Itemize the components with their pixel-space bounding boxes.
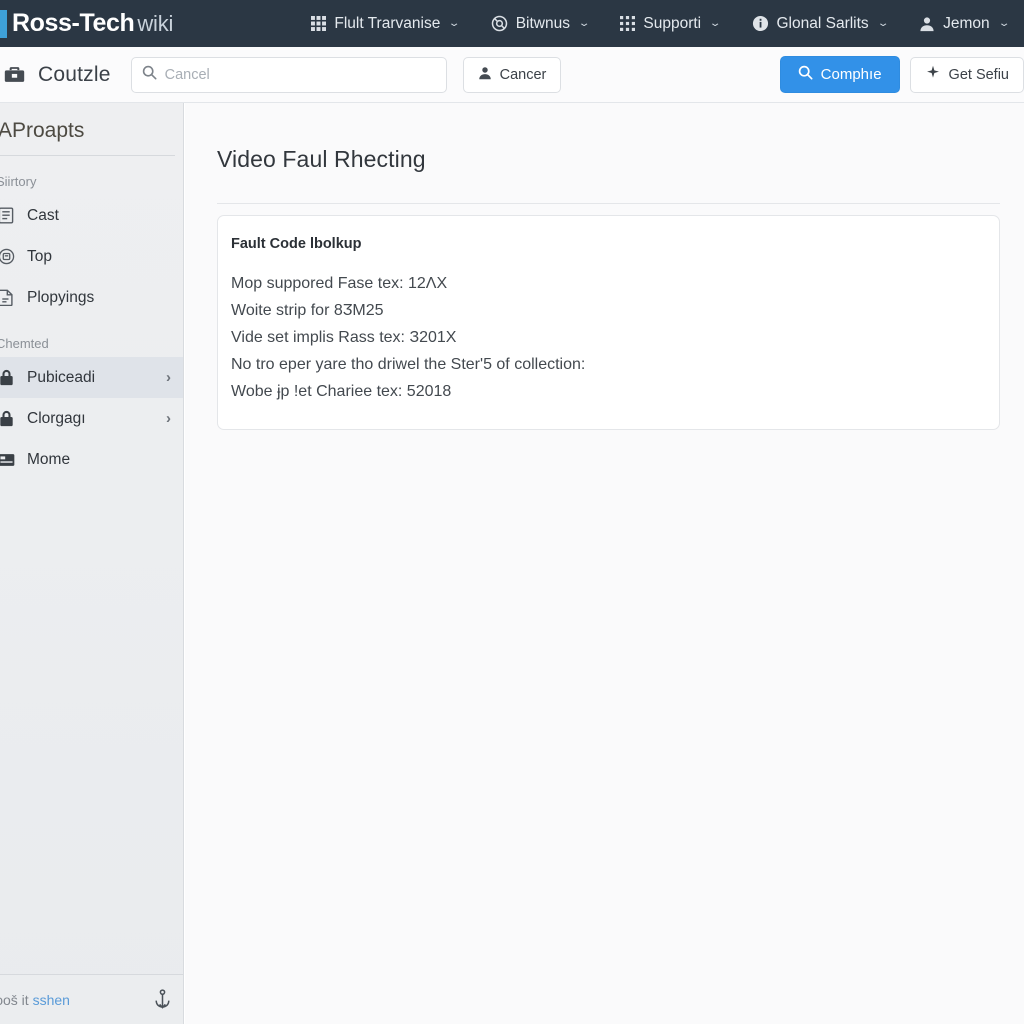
- sidebar-footer: ɔoš it sshen: [0, 974, 183, 1024]
- sidebar-item-top[interactable]: Top: [0, 236, 183, 277]
- brand-logo[interactable]: Ross-Tech wiki: [12, 9, 173, 38]
- footer-text-prefix: ɔoš it: [0, 991, 29, 1008]
- chevron-down-icon: ⌄: [448, 18, 461, 29]
- search-icon: [798, 65, 813, 84]
- title-divider: [217, 203, 1000, 204]
- chevron-down-icon: ⌄: [577, 18, 591, 29]
- nav-item-support[interactable]: Supporti ⌄: [604, 0, 735, 47]
- nav-item-fault-transverse[interactable]: Flult Trarvanise ⌄: [295, 0, 474, 47]
- chevron-down-icon: ⌄: [997, 18, 1011, 29]
- sidebar-item-label: Pubiceadi: [27, 368, 96, 386]
- anchor-down-icon[interactable]: [153, 989, 172, 1010]
- sidebar-item-label: Plopyings: [27, 288, 95, 306]
- chevron-down-icon: ⌄: [709, 18, 722, 29]
- sidebar-item-label: Top: [27, 247, 52, 265]
- top-navigation-bar: Ross-Tech wiki Flult Trarvanise ⌄ Bitwnu…: [0, 0, 1024, 47]
- page-title: Video Faul Rhecting: [217, 146, 426, 172]
- card-icon: [0, 453, 16, 467]
- card-line: Woite strip for 8ӠM25: [231, 302, 384, 319]
- user-icon: [919, 16, 935, 32]
- sidebar-footer-text: ɔoš it sshen: [0, 992, 70, 1008]
- chevron-down-icon: ⌄: [876, 18, 890, 29]
- top-nav-items: Flult Trarvanise ⌄ Bitwnus ⌄ Supporti ⌄ …: [295, 0, 1024, 47]
- get-settings-button[interactable]: Get Sefiu: [909, 56, 1024, 93]
- lifebuoy-icon: [491, 15, 508, 32]
- card-title: Fault Code lbolkup: [231, 236, 362, 252]
- main-content: Video Faul Rhecting Fault Code lbolkup M…: [185, 103, 1024, 1024]
- nav-item-label: Glonal Sarlits: [776, 14, 869, 32]
- fault-code-lookup-card: Fault Code lbolkup Mop suppored Fase tex…: [217, 215, 1000, 430]
- file-page-icon: [0, 289, 16, 306]
- info-circle-icon: [752, 15, 769, 32]
- brand-accent-bar: [0, 9, 7, 38]
- brand-name-primary: Ross-Tech: [12, 9, 135, 37]
- sidebar-footer-link[interactable]: sshen: [33, 992, 70, 1008]
- sidebar-item-label: Cast: [27, 206, 59, 224]
- nav-item-label: Jemon: [943, 14, 990, 32]
- sidebar-item-pubiceadi[interactable]: Pubiceadi ›: [0, 357, 183, 398]
- sidebar-item-clorgagi[interactable]: Clorgagı ›: [0, 398, 183, 439]
- account-button-label: Cancer: [499, 66, 547, 83]
- sparkle-icon: [925, 65, 941, 85]
- card-line: Vide set implis Rass tex: З201X: [231, 329, 457, 346]
- chevron-right-icon: ›: [166, 410, 171, 427]
- toolbar-title: Coutzle: [38, 62, 111, 86]
- card-line: No tro eper yare tho driwel the Ster'5 o…: [231, 356, 586, 373]
- search-icon: [142, 65, 157, 85]
- sidebar-item-label: Clorgagı: [27, 409, 86, 427]
- lock-icon: [0, 410, 16, 427]
- toolbox-icon[interactable]: [0, 65, 32, 84]
- nav-item-label: Flult Trarvanise: [334, 14, 441, 32]
- chevron-right-icon: ›: [166, 369, 171, 386]
- account-button[interactable]: Cancer: [462, 56, 562, 93]
- sidebar-title: AProapts: [0, 119, 85, 142]
- search-box[interactable]: [130, 56, 447, 93]
- sidebar-section-label-history: Siirtory: [0, 174, 37, 189]
- badge-circle-icon: [0, 248, 16, 265]
- document-list-icon: [0, 207, 16, 224]
- compile-button[interactable]: Comphıe: [779, 56, 900, 93]
- nav-item-global-settings[interactable]: Glonal Sarlits ⌄: [736, 0, 904, 47]
- sidebar-item-mome[interactable]: Mome: [0, 439, 183, 480]
- brand-name-secondary: wiki: [137, 11, 174, 36]
- sidebar-item-cast[interactable]: Cast: [0, 195, 183, 236]
- grid-apps-icon: [311, 16, 327, 31]
- lock-icon: [0, 369, 16, 386]
- search-input[interactable]: [164, 66, 436, 83]
- sidebar-item-plopyings[interactable]: Plopyings: [0, 277, 183, 318]
- compile-button-label: Comphıe: [820, 66, 882, 83]
- sidebar-item-label: Mome: [27, 450, 71, 468]
- grid-dots-icon: [620, 16, 636, 31]
- sidebar-section-label-chemted: Chemted: [0, 336, 49, 351]
- toolbar: Coutzle Cancer Comphıe: [0, 47, 1024, 103]
- nav-item-label: Bitwnus: [515, 14, 570, 32]
- toolbar-right-actions: Comphıe Get Sefiu: [779, 56, 1024, 93]
- user-icon: [478, 66, 492, 84]
- nav-item-label: Supporti: [643, 14, 702, 32]
- get-settings-label: Get Sefiu: [948, 66, 1009, 83]
- nav-item-bitwnus[interactable]: Bitwnus ⌄: [475, 0, 605, 47]
- card-line: Mop suppored Fase tex: 12ΛX: [231, 275, 448, 292]
- card-line: Wobe ɉp !et Chariee tex: 52018: [231, 383, 452, 400]
- sidebar: AProapts Siirtory Cast Top Plopyings Che…: [0, 103, 184, 1024]
- nav-item-user-menu[interactable]: Jemon ⌄: [903, 0, 1024, 47]
